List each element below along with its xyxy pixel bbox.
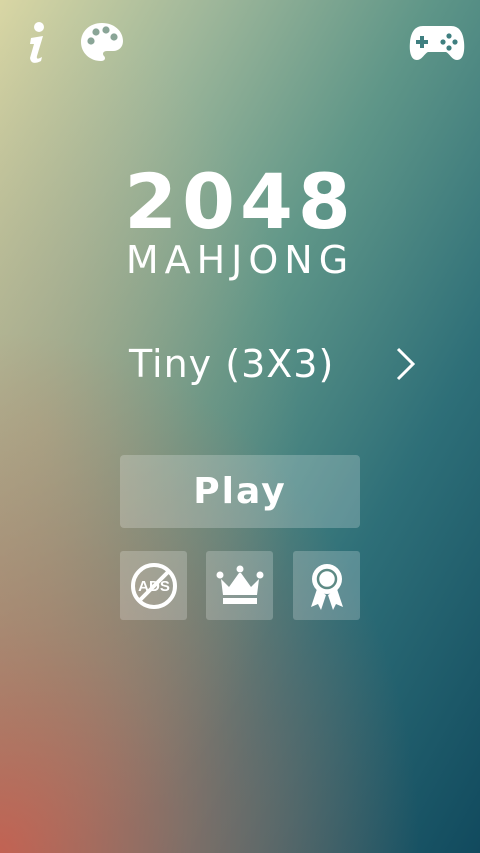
award-ribbon-icon: [310, 563, 343, 610]
background-warm-glow: [0, 0, 480, 853]
game-title-number: 2048: [124, 157, 356, 246]
achievements-button[interactable]: [293, 551, 360, 620]
remove-ads-button[interactable]: ADS: [120, 551, 187, 620]
leaderboard-button[interactable]: [206, 551, 273, 620]
theme-palette-button[interactable]: [76, 18, 128, 66]
board-size-label: Tiny (3X3): [129, 342, 335, 386]
no-ads-icon: ADS: [130, 562, 177, 609]
game-title-subtitle: MAHJONG: [125, 238, 355, 282]
palette-icon: [81, 23, 123, 61]
background-warm-wash: [0, 0, 480, 853]
chevron-right-icon[interactable]: [390, 346, 420, 382]
play-button[interactable]: Play: [120, 455, 360, 528]
info-icon: [30, 22, 44, 63]
info-button[interactable]: [14, 18, 58, 66]
board-size-selector[interactable]: Tiny (3X3): [100, 334, 420, 394]
crown-icon: [216, 565, 263, 604]
game-services-button[interactable]: [406, 20, 468, 64]
gamepad-icon: [409, 26, 465, 60]
